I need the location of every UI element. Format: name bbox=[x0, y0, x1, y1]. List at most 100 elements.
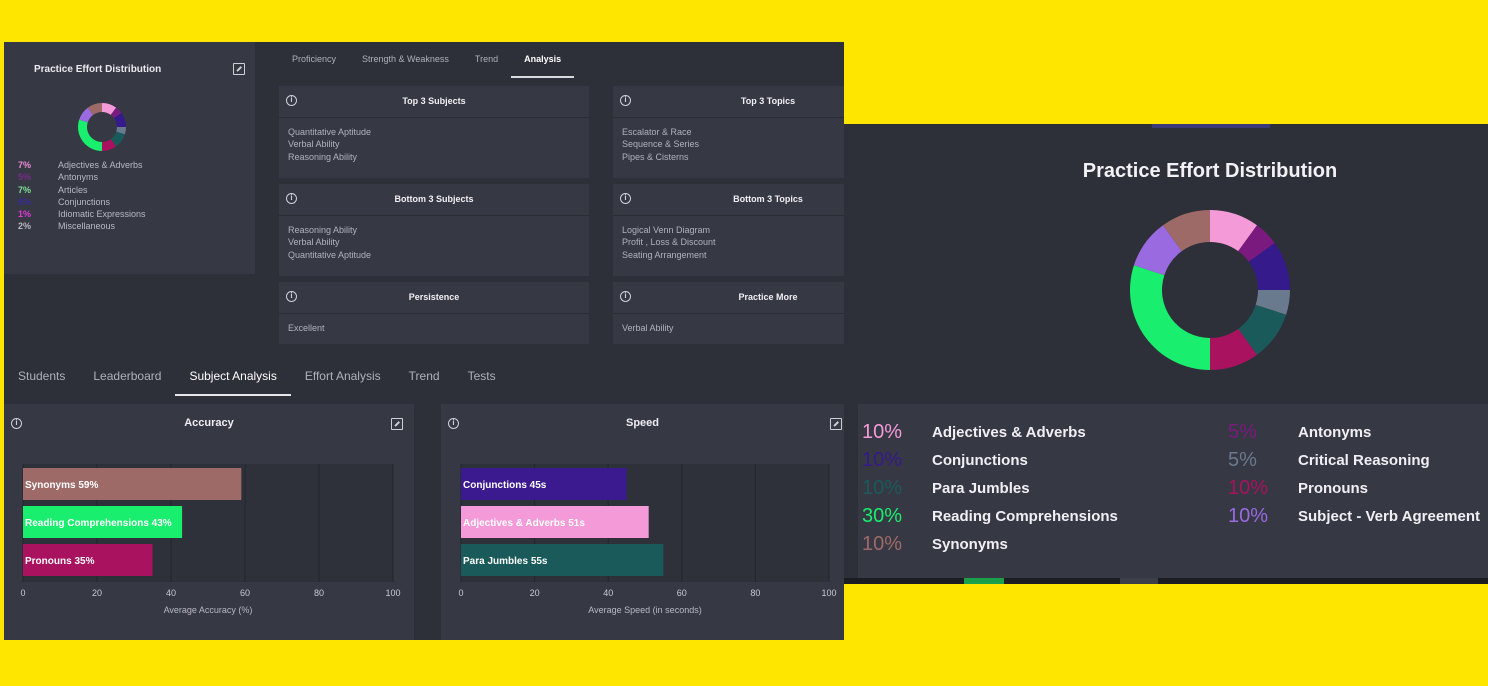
card-item: Quantitative Aptitude bbox=[288, 249, 372, 260]
expand-icon[interactable] bbox=[233, 63, 245, 75]
zoomed-effort-screenshot: Practice Effort Distribution 10% Adjectiv… bbox=[844, 124, 1488, 584]
zoomed-legend-item: 10% Adjectives & Adverbs bbox=[862, 421, 1086, 444]
bar-label: Para Jumbles 55s bbox=[463, 556, 548, 567]
zoomed-legend-label: Synonyms bbox=[932, 536, 1008, 553]
analysis-tab[interactable]: Strength & Weakness bbox=[349, 42, 462, 78]
card-item: Excellent bbox=[288, 323, 325, 333]
effort-legend-item: 7% Articles bbox=[18, 184, 146, 196]
card-body: Excellent bbox=[279, 314, 589, 342]
card-item: Quantitative Aptitude bbox=[288, 127, 372, 137]
card-item: Pipes & Cisterns bbox=[622, 151, 689, 162]
effort-label: Adjectives & Adverbs bbox=[58, 160, 143, 170]
card-title: Bottom 3 Topics bbox=[733, 194, 803, 204]
card-item: Reasoning Ability bbox=[288, 225, 358, 235]
bar-label: Adjectives & Adverbs 51s bbox=[463, 518, 585, 529]
main-tab[interactable]: Leaderboard bbox=[79, 360, 175, 396]
zoomed-legend-item: 10% Pronouns bbox=[1228, 477, 1368, 500]
analysis-tab[interactable]: Trend bbox=[462, 42, 511, 78]
analysis-card: i Bottom 3 Subjects Reasoning Ability Verba… bbox=[279, 184, 589, 276]
x-tick-label: 60 bbox=[677, 588, 687, 598]
x-tick-label: 100 bbox=[821, 588, 836, 598]
effort-pct: 5% bbox=[18, 172, 32, 183]
speed-panel: i Speed 0 20 40 60 80 100 Conjunctions 45s Adje… bbox=[441, 404, 844, 640]
analysis-tabs: Proficiency Strength & Weakness Trend Analy… bbox=[279, 42, 575, 78]
zoomed-legend-pct: 10% bbox=[862, 533, 903, 555]
effort-label: Idiomatic Expressions bbox=[58, 209, 146, 220]
card-item: Logical Venn Diagram bbox=[622, 225, 711, 235]
card-item: Verbal Ability bbox=[622, 323, 674, 333]
analysis-card: i Top 3 Topics Escalator & Race Sequence & … bbox=[613, 86, 844, 178]
analysis-tab[interactable]: Analysis bbox=[511, 42, 575, 78]
zoomed-legend-pct: 10% bbox=[862, 421, 903, 443]
main-tab[interactable]: Trend bbox=[395, 360, 454, 396]
bar-label: Synonyms 59% bbox=[25, 480, 98, 491]
effort-pct: 5% bbox=[18, 196, 32, 207]
bar-label: Conjunctions 45s bbox=[463, 480, 547, 491]
zoomed-legend-pct: 30% bbox=[862, 505, 903, 527]
zoomed-legend-label: Antonyms bbox=[1298, 424, 1372, 441]
analysis-card: i Bottom 3 Topics Logical Venn Diagram Prof… bbox=[613, 184, 844, 276]
card-item: Reasoning Ability bbox=[288, 151, 358, 162]
zoomed-legend-item: 5% Critical Reasoning bbox=[1228, 449, 1430, 472]
card-item: Profit , Loss & Discount bbox=[622, 237, 716, 248]
effort-legend: 7% Adjectives & Adverbs 5% Antonyms 7% Articl… bbox=[18, 159, 146, 233]
effort-pct: 7% bbox=[18, 160, 32, 170]
card-item: Verbal Ability bbox=[288, 139, 340, 150]
zoomed-title: Practice Effort Distribution bbox=[1082, 160, 1338, 182]
main-tab[interactable]: Students bbox=[4, 360, 79, 396]
zoomed-donut-chart bbox=[1130, 210, 1290, 370]
main-tab[interactable]: Tests bbox=[454, 360, 510, 396]
donut-slice bbox=[1130, 265, 1210, 370]
zoomed-legend-label: Critical Reasoning bbox=[1298, 452, 1430, 469]
x-axis-label: Average Accuracy (%) bbox=[164, 605, 253, 615]
x-tick-label: 40 bbox=[166, 588, 176, 598]
zoomed-legend-pct: 10% bbox=[862, 449, 903, 471]
zoomed-legend-item: 5% Antonyms bbox=[1228, 421, 1371, 444]
card-body: Escalator & Race Sequence & Series Pipes &… bbox=[613, 118, 844, 171]
effort-donut-small bbox=[78, 103, 126, 151]
x-tick-label: 80 bbox=[314, 588, 324, 598]
effort-pct: 2% bbox=[18, 221, 32, 232]
zoomed-legend-pct: 10% bbox=[1228, 477, 1269, 499]
card-title: Top 3 Topics bbox=[740, 96, 796, 106]
zoomed-legend-label: Para Jumbles bbox=[932, 480, 1030, 497]
x-tick-label: 20 bbox=[92, 588, 102, 598]
card-header: i Persistence bbox=[279, 282, 589, 314]
effort-label: Conjunctions bbox=[58, 196, 111, 207]
effort-pct: 1% bbox=[18, 209, 32, 220]
effort-legend-item: 7% Adjectives & Adverbs bbox=[18, 159, 146, 171]
effort-legend-item: 2% Miscellaneous bbox=[18, 220, 146, 232]
card-header: i Practice More bbox=[613, 282, 844, 314]
zoomed-legend-label: Reading Comprehensions bbox=[932, 508, 1118, 525]
card-item: Sequence & Series bbox=[622, 139, 700, 150]
x-tick-label: 40 bbox=[603, 588, 613, 598]
dashboard-screenshot: Practice Effort Distribution 7% Adjective… bbox=[4, 42, 844, 640]
effort-pct: 7% bbox=[18, 184, 32, 195]
effort-legend-item: 5% Conjunctions bbox=[18, 196, 146, 208]
main-tab[interactable]: Subject Analysis bbox=[175, 360, 291, 396]
effort-legend-item: 5% Antonyms bbox=[18, 171, 146, 183]
zoomed-legend-pct: 10% bbox=[862, 477, 903, 499]
speed-chart: 0 20 40 60 80 100 Conjunctions 45s Adjectives &… bbox=[458, 464, 837, 615]
effort-panel: Practice Effort Distribution 7% Adjective… bbox=[4, 42, 255, 274]
card-body: Verbal Ability bbox=[613, 314, 844, 342]
zoomed-legend-label: Conjunctions bbox=[932, 452, 1028, 469]
main-tab[interactable]: Effort Analysis bbox=[291, 360, 395, 396]
main-tabs: Students Leaderboard Subject Analysis Effor… bbox=[4, 360, 844, 396]
accuracy-panel: i Accuracy 0 20 40 60 80 100 Synonyms 59% Readi… bbox=[4, 404, 414, 640]
donut-slice bbox=[78, 119, 102, 151]
card-header: i Bottom 3 Subjects bbox=[279, 184, 589, 216]
card-body: Reasoning Ability Verbal Ability Quantitat… bbox=[279, 216, 589, 269]
effort-label: Miscellaneous bbox=[58, 221, 116, 232]
effort-label: Articles bbox=[58, 184, 88, 195]
card-body: Logical Venn Diagram Profit , Loss & Disc… bbox=[613, 216, 844, 269]
zoomed-legend-label: Adjectives & Adverbs bbox=[932, 424, 1086, 441]
zoomed-legend-pct: 10% bbox=[1228, 505, 1269, 527]
bar-label: Pronouns 35% bbox=[25, 556, 95, 567]
analysis-tab[interactable]: Proficiency bbox=[279, 42, 349, 78]
card-item: Verbal Ability bbox=[288, 237, 340, 248]
zoomed-legend-label: Subject - Verb Agreement bbox=[1298, 508, 1480, 525]
accuracy-chart: 0 20 40 60 80 100 Synonyms 59% Reading Comprehe… bbox=[20, 464, 401, 615]
zoomed-legend-pct: 5% bbox=[1228, 449, 1257, 471]
card-body: Quantitative Aptitude Verbal Ability Reaso… bbox=[279, 118, 589, 171]
